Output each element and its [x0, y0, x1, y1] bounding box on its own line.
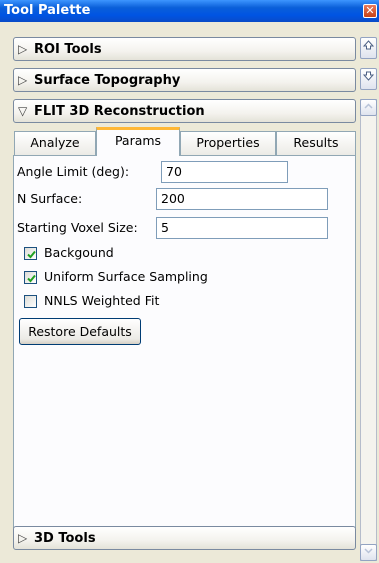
arrow-down-icon [362, 71, 375, 81]
section-surface-topography[interactable]: ▷ Surface Topography [13, 68, 356, 92]
voxel-size-label: Starting Voxel Size: [17, 220, 138, 235]
check-mark-icon [27, 274, 36, 283]
section-label: FLIT 3D Reconstruction [34, 104, 205, 119]
voxel-size-field[interactable]: 5 [156, 217, 328, 239]
nnls-weighted-fit-label: NNLS Weighted Fit [44, 293, 160, 308]
scrollbar-up-button[interactable] [360, 99, 377, 116]
section-3d-tools[interactable]: ▷ 3D Tools [13, 526, 356, 550]
tab-strip: Analyze Params Properties Results [13, 127, 356, 156]
section-label: Surface Topography [34, 73, 181, 88]
chevron-down-icon [364, 548, 373, 554]
collapsed-triangle-icon: ▷ [18, 73, 28, 87]
scrollbar-down-button[interactable] [360, 544, 377, 561]
section-roi-tools[interactable]: ▷ ROI Tools [13, 37, 356, 61]
expanded-triangle-icon: ▽ [18, 104, 28, 118]
section-label: ROI Tools [34, 42, 102, 57]
params-tab-page: Angle Limit (deg): 70 N Surface: 200 Sta… [13, 155, 356, 528]
chevron-up-icon [364, 103, 373, 109]
section-label: 3D Tools [34, 531, 96, 546]
tab-params[interactable]: Params [96, 127, 180, 156]
window-title-bar: Tool Palette ✕ [0, 0, 379, 22]
uniform-sampling-label: Uniform Surface Sampling [44, 269, 208, 284]
tab-analyze[interactable]: Analyze [14, 131, 96, 155]
nnls-weighted-fit-checkbox[interactable] [24, 295, 37, 308]
restore-defaults-button[interactable]: Restore Defaults [19, 318, 141, 345]
window-title: Tool Palette [4, 3, 91, 18]
n-surface-label: N Surface: [17, 191, 83, 206]
scroll-up-button[interactable] [360, 37, 377, 59]
angle-limit-field[interactable]: 70 [161, 161, 288, 183]
n-surface-field[interactable]: 200 [156, 188, 328, 210]
tab-results[interactable]: Results [276, 131, 356, 155]
background-label: Backgound [44, 245, 114, 260]
background-checkbox[interactable] [24, 247, 37, 260]
tab-properties[interactable]: Properties [180, 131, 276, 155]
check-mark-icon [27, 250, 36, 259]
angle-limit-label: Angle Limit (deg): [17, 164, 130, 179]
arrow-up-icon [362, 40, 375, 50]
vertical-scrollbar[interactable] [360, 99, 377, 561]
scroll-down-button[interactable] [360, 68, 377, 90]
uniform-sampling-checkbox[interactable] [24, 271, 37, 284]
collapsed-triangle-icon: ▷ [18, 531, 28, 545]
close-icon[interactable]: ✕ [363, 4, 377, 18]
section-flit-3d-reconstruction[interactable]: ▽ FLIT 3D Reconstruction [13, 99, 356, 123]
collapsed-triangle-icon: ▷ [18, 42, 28, 56]
